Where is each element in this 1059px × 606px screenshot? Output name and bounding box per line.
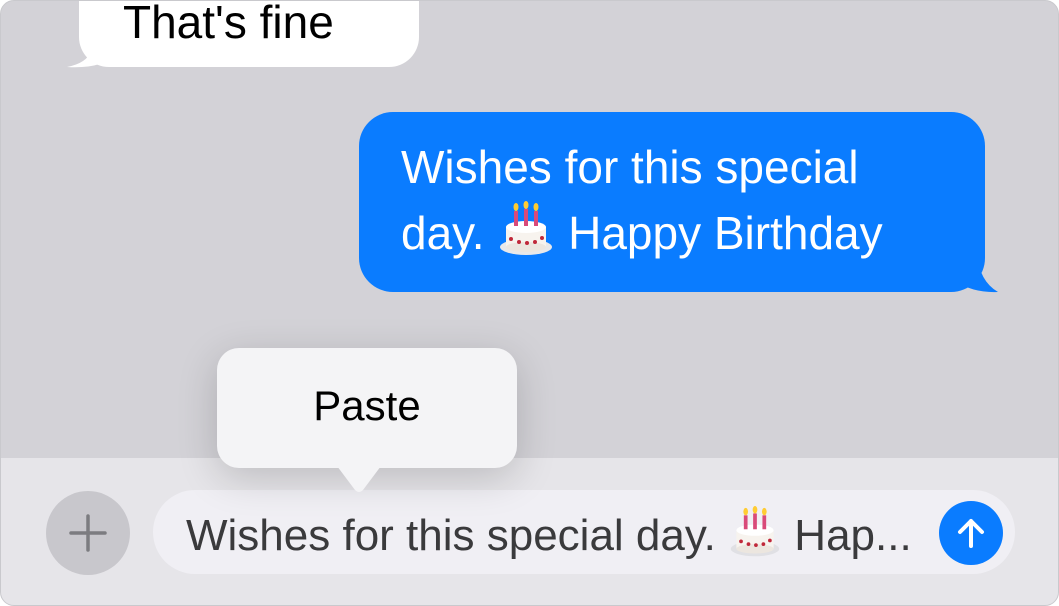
send-button[interactable] — [939, 501, 1003, 565]
outgoing-message-line2-end: Happy Birthday — [568, 207, 883, 259]
outgoing-message-text: Wishes for this special day. Happy Birth… — [401, 134, 961, 276]
outgoing-message-bubble[interactable]: Wishes for this special day. Happy Birth… — [359, 112, 985, 292]
arrow-up-icon — [958, 519, 984, 548]
plus-icon — [69, 514, 107, 552]
outgoing-bubble-tail — [955, 253, 998, 293]
add-attachment-button[interactable] — [46, 491, 130, 575]
messages-window: That's fine Wishes for this special day. — [0, 0, 1059, 606]
birthday-cake-emoji — [728, 506, 782, 572]
outgoing-message-line2-start: day. — [401, 207, 485, 259]
paste-menu-item[interactable]: Paste — [217, 380, 517, 432]
incoming-message-bubble[interactable]: That's fine — [79, 0, 419, 67]
outgoing-message-line1: Wishes for this special — [401, 141, 859, 193]
message-input-field[interactable]: Wishes for this special day. Hap... — [153, 490, 1015, 574]
input-text-end: Hap... — [794, 511, 912, 560]
message-input-value: Wishes for this special day. Hap... — [186, 506, 912, 572]
context-menu-pointer — [337, 466, 381, 492]
input-text-start: Wishes for this special day. — [186, 511, 716, 560]
incoming-bubble-tail — [67, 31, 116, 68]
birthday-cake-emoji — [497, 201, 555, 276]
incoming-message-text: That's fine — [123, 0, 334, 48]
edit-context-menu: Paste — [217, 348, 517, 468]
